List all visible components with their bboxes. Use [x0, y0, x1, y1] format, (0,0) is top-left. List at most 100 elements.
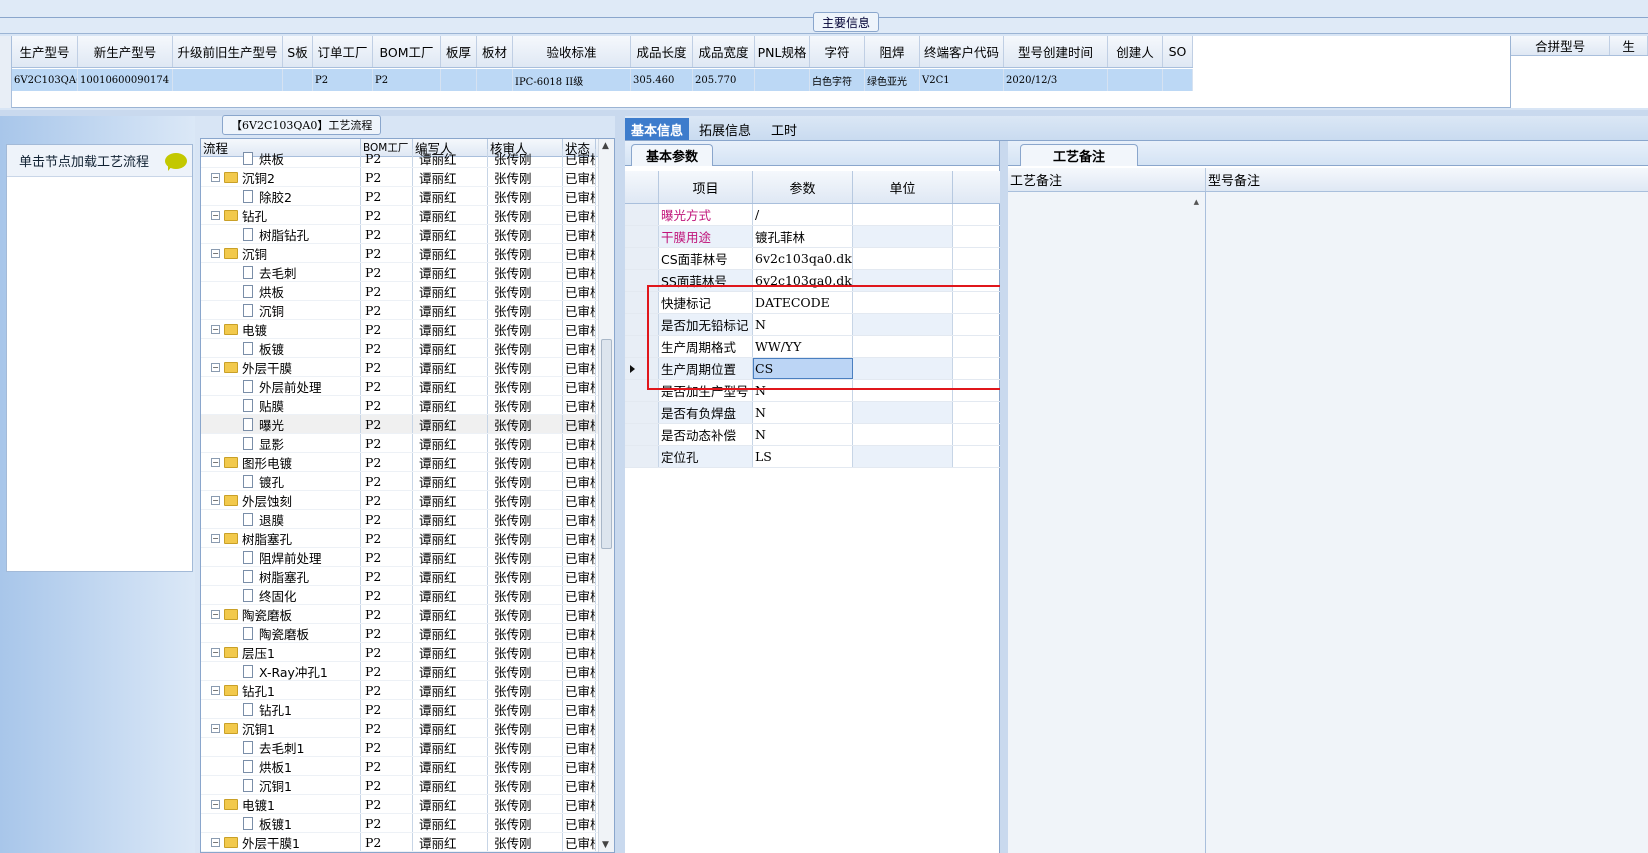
main-grid-col-header[interactable]: 订单工厂 — [313, 36, 373, 67]
param-value-cell[interactable]: 6v2c103qa0.dkst — [753, 248, 853, 269]
main-info-tag[interactable]: 主要信息 — [813, 12, 880, 32]
tree-node[interactable]: − 外层干膜 — [201, 358, 361, 376]
vertical-splitter-right[interactable] — [1000, 141, 1008, 853]
tree-row[interactable]: 钻孔1 P2谭丽红张传刚已审核 — [201, 700, 614, 719]
main-grid-cell[interactable]: 2020/12/3 — [1004, 69, 1108, 91]
tree-row[interactable]: − 沉铜1 P2谭丽红张传刚已审核 — [201, 719, 614, 738]
main-grid-cell[interactable] — [1108, 69, 1163, 91]
tree-node[interactable]: 镀孔 — [201, 472, 361, 490]
tree-node[interactable]: 树脂钻孔 — [201, 225, 361, 243]
tree-row[interactable]: 贴膜 P2谭丽红张传刚已审核 — [201, 396, 614, 415]
tree-node[interactable]: 去毛刺 — [201, 263, 361, 281]
tree-row[interactable]: − 沉铜 P2谭丽红张传刚已审核 — [201, 244, 614, 263]
tree-row[interactable]: 外层前处理 P2谭丽红张传刚已审核 — [201, 377, 614, 396]
tree-row[interactable]: − 外层干膜1 P2谭丽红张传刚已审核 — [201, 833, 614, 852]
tree-node[interactable]: − 外层蚀刻 — [201, 491, 361, 509]
param-row[interactable]: 是否有负焊盘 N — [625, 402, 1000, 424]
main-grid-col-header[interactable]: 新生产型号 — [78, 36, 173, 67]
tree-row[interactable]: 沉铜1 P2谭丽红张传刚已审核 — [201, 776, 614, 795]
tree-row[interactable]: − 图形电镀 P2谭丽红张传刚已审核 — [201, 453, 614, 472]
main-grid-col-header[interactable]: BOM工厂 — [373, 36, 441, 67]
main-grid-row-selected[interactable]: 6V2C103QA0 10010600090174 P2 P2 IPC-6018 II级… — [12, 69, 1193, 91]
collapse-icon[interactable]: − — [211, 495, 220, 505]
main-grid-cell[interactable]: 绿色亚光 — [865, 69, 920, 91]
tree-row[interactable]: 陶瓷磨板 P2谭丽红张传刚已审核 — [201, 624, 614, 643]
collapse-icon[interactable]: − — [211, 609, 220, 619]
main-grid-cell[interactable]: V2C1 — [920, 69, 1004, 91]
param-value-cell[interactable]: N — [753, 402, 853, 423]
scroll-down-icon[interactable]: ▼ — [602, 840, 609, 850]
collapse-icon[interactable]: − — [211, 647, 220, 657]
main-grid-col-header[interactable]: 验收标准 — [513, 36, 631, 67]
tree-node[interactable]: − 树脂塞孔 — [201, 529, 361, 547]
tree-row[interactable]: − 钻孔1 P2谭丽红张传刚已审核 — [201, 681, 614, 700]
tree-row[interactable]: 终固化 P2谭丽红张传刚已审核 — [201, 586, 614, 605]
tree-node[interactable]: 树脂塞孔 — [201, 567, 361, 585]
tree-node[interactable]: 贴膜 — [201, 396, 361, 414]
tree-row[interactable]: 去毛刺 P2谭丽红张传刚已审核 — [201, 263, 614, 282]
main-grid-cell[interactable] — [441, 69, 477, 91]
tree-row[interactable]: 退膜 P2谭丽红张传刚已审核 — [201, 510, 614, 529]
main-grid-col-header[interactable]: 成品宽度 — [693, 36, 755, 67]
tree-node[interactable]: − 沉铜1 — [201, 719, 361, 737]
tree-node[interactable]: X-Ray冲孔1 — [201, 662, 361, 680]
tree-node[interactable]: − 钻孔 — [201, 206, 361, 224]
collapse-icon[interactable]: − — [211, 837, 220, 847]
collapse-icon[interactable]: − — [211, 362, 220, 372]
tree-row[interactable]: − 树脂塞孔 P2谭丽红张传刚已审核 — [201, 529, 614, 548]
tree-row[interactable]: 烘板1 P2谭丽红张传刚已审核 — [201, 757, 614, 776]
tree-node[interactable]: − 钻孔1 — [201, 681, 361, 699]
scroll-up-icon[interactable]: ▲ — [602, 141, 609, 151]
model-remark-textarea[interactable] — [1206, 192, 1648, 853]
main-grid-cell[interactable] — [477, 69, 513, 91]
tree-node[interactable]: − 外层干膜1 — [201, 833, 361, 851]
main-grid-col-header[interactable]: 成品长度 — [631, 36, 693, 67]
main-grid-cell[interactable] — [755, 69, 810, 91]
tree-row[interactable]: − 外层干膜 P2谭丽红张传刚已审核 — [201, 358, 614, 377]
tree-node[interactable]: 去毛刺1 — [201, 738, 361, 756]
tree-row[interactable]: 去毛刺1 P2谭丽红张传刚已审核 — [201, 738, 614, 757]
main-grid-col-header[interactable]: 板材 — [477, 36, 513, 67]
tree-node[interactable]: 板镀1 — [201, 814, 361, 832]
process-flow-tab[interactable]: 【6V2C103QA0】工艺流程 — [222, 115, 382, 135]
main-grid-cell[interactable] — [1163, 69, 1193, 91]
tree-row[interactable]: 烘板 P2谭丽红张传刚已审核 — [201, 149, 614, 168]
tree-row[interactable]: − 电镀1 P2谭丽红张传刚已审核 — [201, 795, 614, 814]
tree-row[interactable]: − 陶瓷磨板 P2谭丽红张传刚已审核 — [201, 605, 614, 624]
param-value-cell[interactable]: LS — [753, 446, 853, 467]
collapse-icon[interactable]: − — [211, 533, 220, 543]
param-unit-cell[interactable] — [853, 226, 953, 247]
tree-node[interactable]: − 图形电镀 — [201, 453, 361, 471]
param-value-cell[interactable]: / — [753, 204, 853, 225]
tree-row[interactable]: 板镀1 P2谭丽红张传刚已审核 — [201, 814, 614, 833]
tree-row[interactable]: 曝光 P2谭丽红张传刚已审核 — [201, 415, 614, 434]
tree-node[interactable]: 外层前处理 — [201, 377, 361, 395]
tree-row[interactable]: − 钻孔 P2谭丽红张传刚已审核 — [201, 206, 614, 225]
tree-row[interactable]: 树脂钻孔 P2谭丽红张传刚已审核 — [201, 225, 614, 244]
tree-node[interactable]: 板镀 — [201, 339, 361, 357]
main-grid-cell[interactable]: 205.770 — [693, 69, 755, 91]
tree-node[interactable]: 沉铜1 — [201, 776, 361, 794]
tree-node[interactable]: − 沉铜2 — [201, 168, 361, 186]
tree-row[interactable]: 树脂塞孔 P2谭丽红张传刚已审核 — [201, 567, 614, 586]
main-grid-col-header[interactable]: 阻焊 — [865, 36, 920, 67]
main-grid-cell[interactable] — [283, 69, 313, 91]
tree-node[interactable]: − 电镀 — [201, 320, 361, 338]
main-grid-col-header[interactable]: 升级前旧生产型号 — [173, 36, 283, 67]
collapse-icon[interactable]: − — [211, 799, 220, 809]
tree-row[interactable]: 板镀 P2谭丽红张传刚已审核 — [201, 339, 614, 358]
tab-work-hours[interactable]: 工时 — [765, 118, 803, 140]
main-grid-col-header[interactable]: S板 — [283, 36, 313, 67]
tree-row[interactable]: − 层压1 P2谭丽红张传刚已审核 — [201, 643, 614, 662]
tree-row[interactable]: 显影 P2谭丽红张传刚已审核 — [201, 434, 614, 453]
collapse-icon[interactable]: − — [211, 457, 220, 467]
collapse-icon[interactable]: − — [211, 685, 220, 695]
param-unit-cell[interactable] — [853, 204, 953, 225]
param-value-cell[interactable]: N — [753, 424, 853, 445]
tab-basic-params[interactable]: 基本参数 — [631, 144, 714, 166]
load-hint[interactable]: 单击节点加载工艺流程 — [7, 145, 192, 177]
collapse-icon[interactable]: − — [211, 210, 220, 220]
tree-node[interactable]: 烘板 — [201, 282, 361, 300]
param-unit-cell[interactable] — [853, 248, 953, 269]
tree-row[interactable]: X-Ray冲孔1 P2谭丽红张传刚已审核 — [201, 662, 614, 681]
